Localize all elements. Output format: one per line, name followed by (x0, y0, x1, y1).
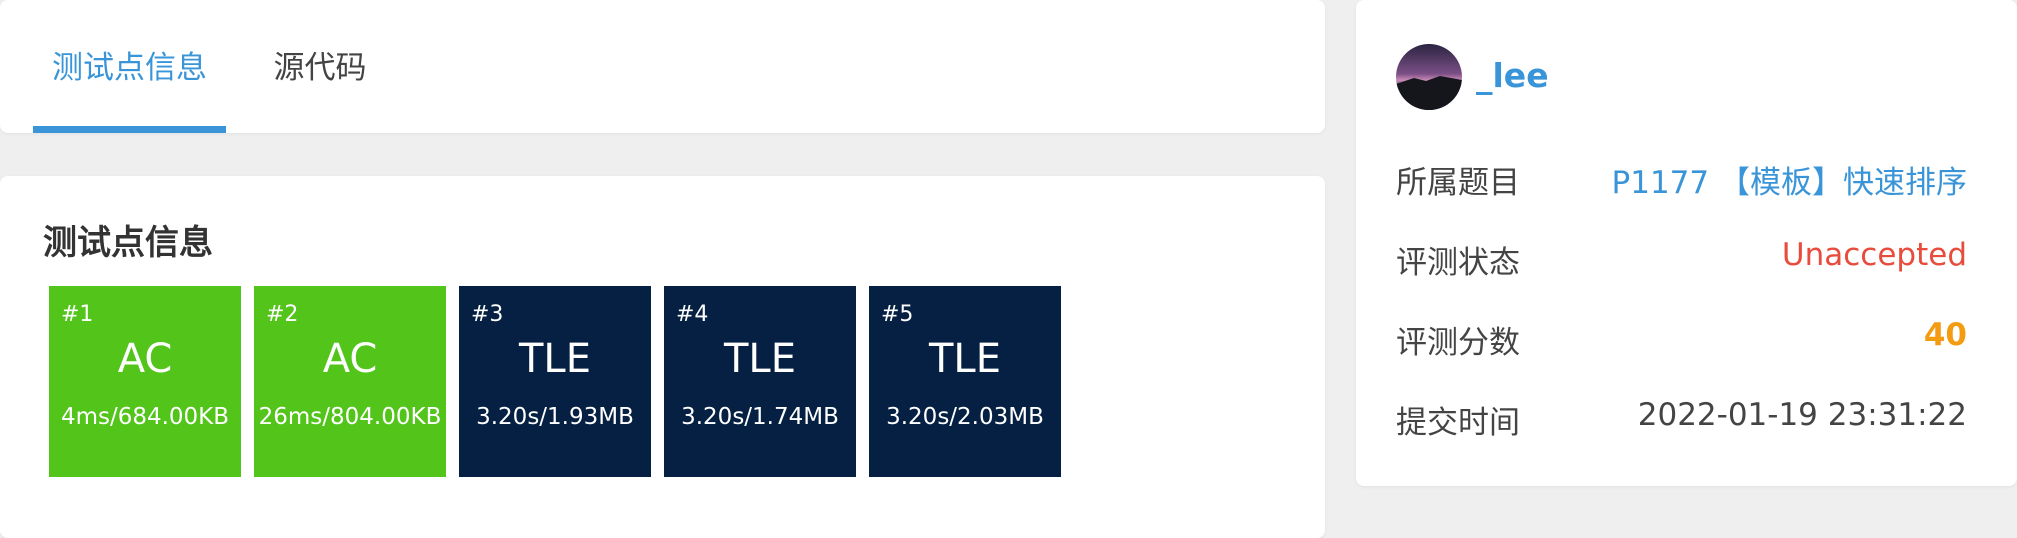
testcase-status: TLE (929, 336, 1001, 382)
testcase-status: AC (322, 336, 378, 382)
avatar[interactable] (1396, 44, 1462, 110)
testcase-number: #5 (881, 302, 914, 327)
testcase-1-tile[interactable]: #1 AC 4ms/684.00KB (49, 286, 241, 477)
testcase-usage: 3.20s/1.74MB (681, 404, 839, 430)
testcase-number: #4 (676, 302, 709, 327)
testcase-usage: 3.20s/1.93MB (476, 404, 634, 430)
judge-status-value: Unaccepted (1781, 237, 1967, 273)
submit-time-label: 提交时间 (1396, 405, 1520, 441)
tab-active-indicator (33, 126, 226, 133)
judge-status-label: 评测状态 (1396, 245, 1520, 281)
testcase-2-tile[interactable]: #2 AC 26ms/804.00KB (254, 286, 446, 477)
testcase-number: #3 (471, 302, 504, 327)
score-label: 评测分数 (1396, 325, 1520, 361)
testcase-4-tile[interactable]: #4 TLE 3.20s/1.74MB (664, 286, 856, 477)
testcases-title: 测试点信息 (43, 223, 213, 263)
testcase-usage: 26ms/804.00KB (258, 404, 442, 430)
tab-testcase-info[interactable]: 测试点信息 (33, 0, 226, 133)
problem-label: 所属题目 (1396, 165, 1520, 201)
user-avatar-image-icon (1396, 44, 1462, 110)
testcase-usage: 4ms/684.00KB (60, 404, 230, 430)
testcase-usage: 3.20s/2.03MB (886, 404, 1044, 430)
score-value: 40 (1923, 317, 1967, 353)
username-link[interactable]: _lee (1476, 56, 1549, 95)
testcase-status: TLE (519, 336, 591, 382)
testcase-status: AC (117, 336, 173, 382)
submit-time-value: 2022-01-19 23:31:22 (1637, 397, 1967, 433)
testcase-number: #2 (266, 302, 299, 327)
problem-link[interactable]: P1177 【模板】快速排序 (1612, 157, 1967, 202)
testcase-status: TLE (724, 336, 796, 382)
tab-source-code[interactable]: 源代码 (255, 0, 385, 133)
testcase-number: #1 (61, 302, 94, 327)
testcase-5-tile[interactable]: #5 TLE 3.20s/2.03MB (869, 286, 1061, 477)
testcase-3-tile[interactable]: #3 TLE 3.20s/1.93MB (459, 286, 651, 477)
